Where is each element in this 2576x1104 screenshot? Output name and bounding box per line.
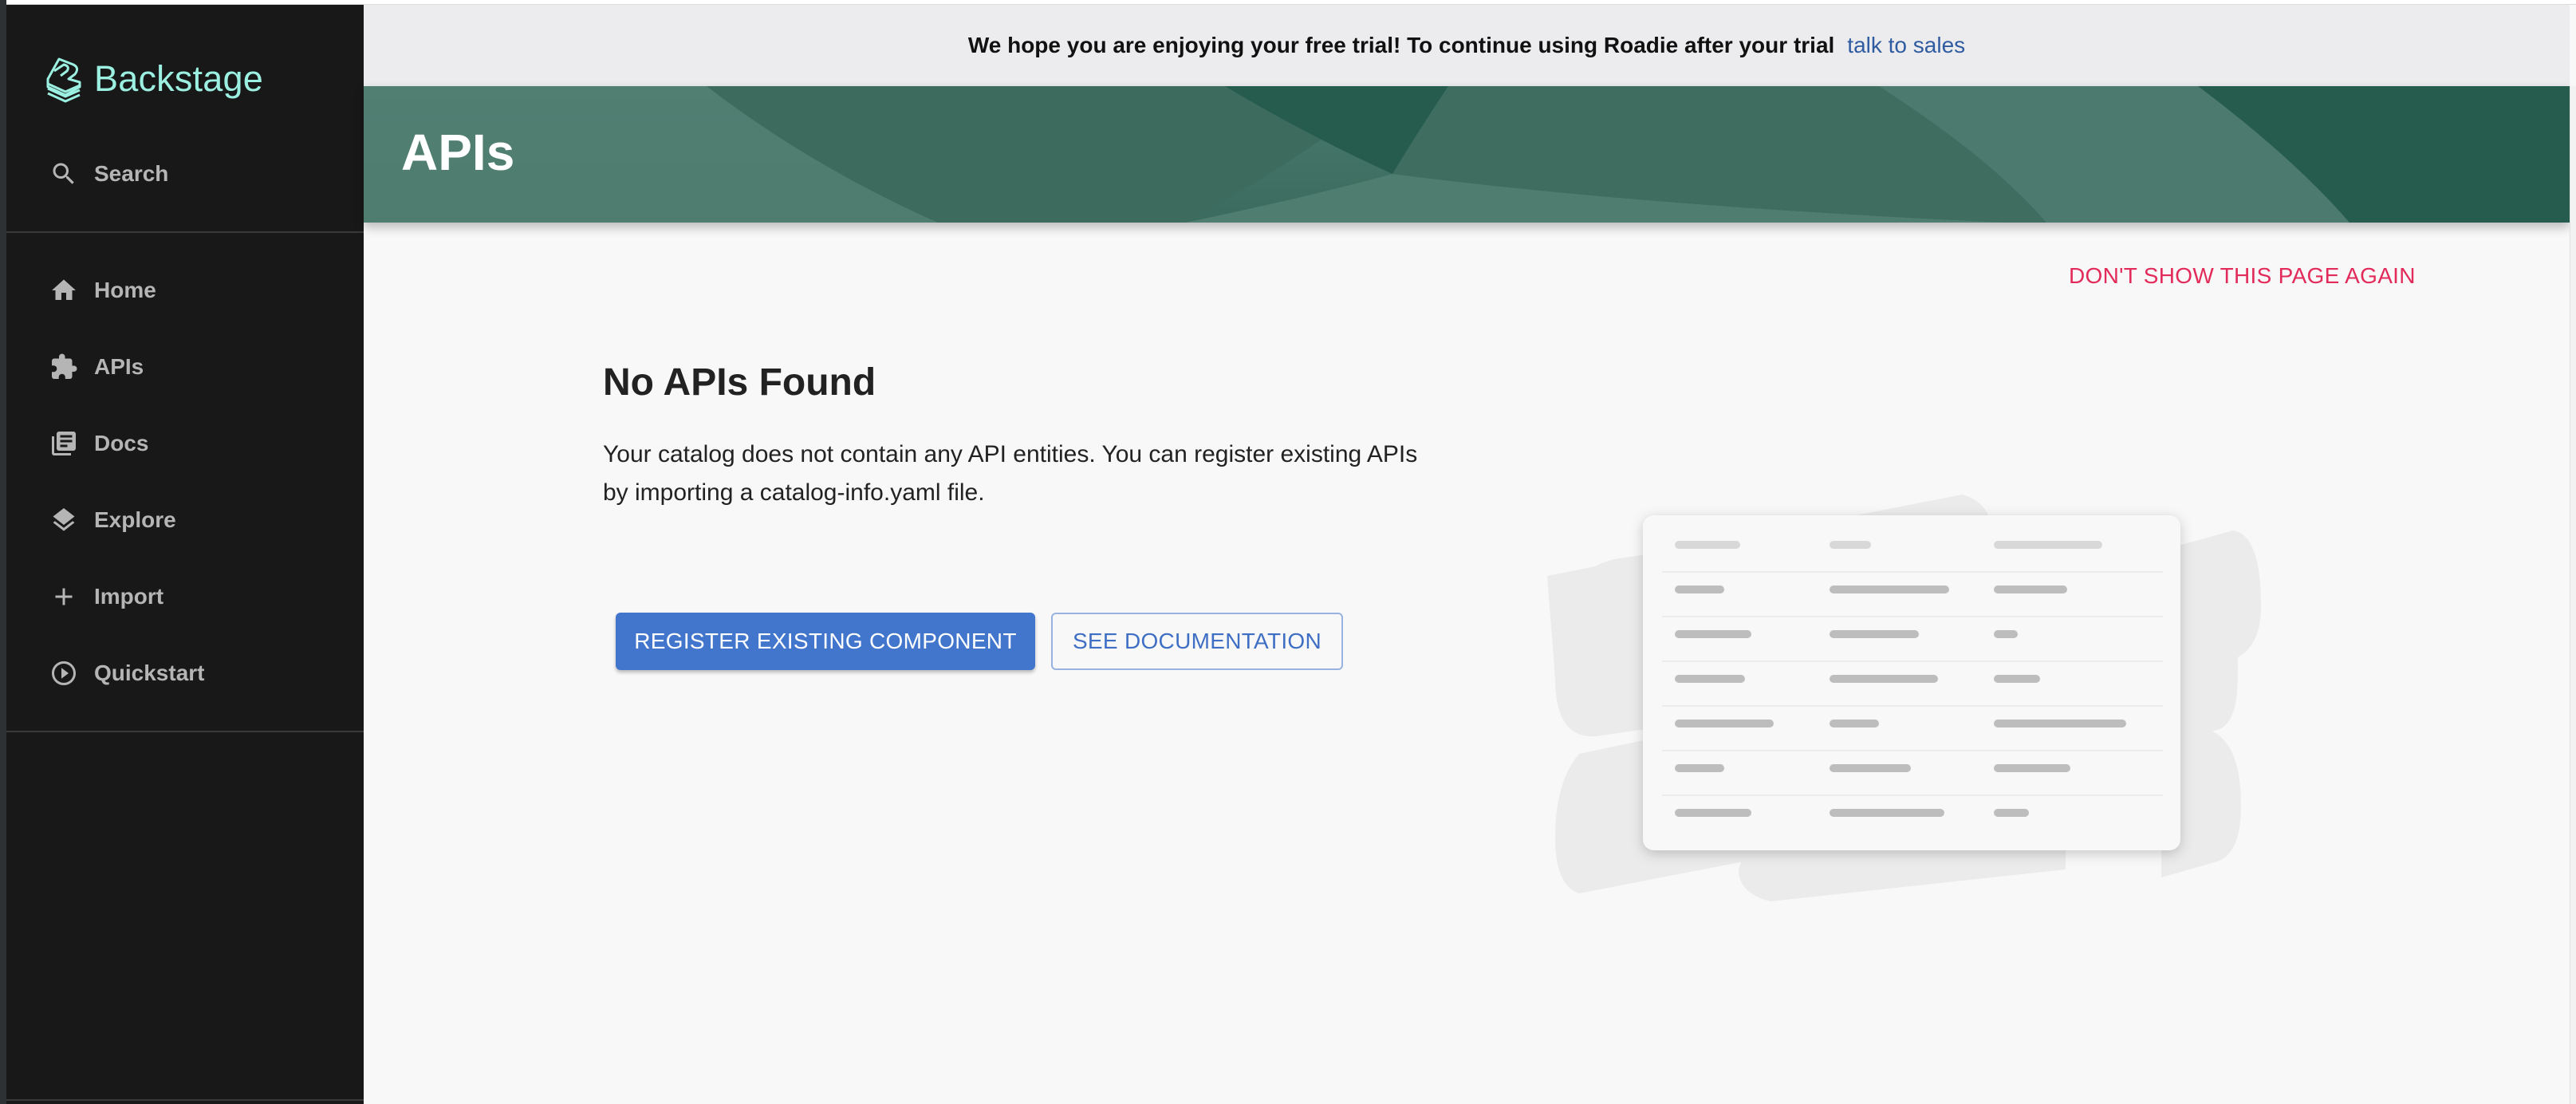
- puzzle-icon: [48, 353, 80, 381]
- sidebar-item-quickstart[interactable]: Quickstart: [6, 645, 364, 702]
- sidebar-item-import[interactable]: Import: [6, 568, 364, 625]
- empty-state-description: Your catalog does not contain any API en…: [603, 441, 1418, 506]
- sidebar-item-home[interactable]: Home: [6, 262, 364, 319]
- dont-show-again-button[interactable]: DON'T SHOW THIS PAGE AGAIN: [2069, 263, 2416, 289]
- sidebar-search-label: Search: [94, 161, 169, 186]
- register-existing-component-button[interactable]: REGISTER EXISTING COMPONENT: [616, 613, 1035, 670]
- sidebar-item-label: APIs: [94, 354, 144, 379]
- logo-text: Backstage: [94, 58, 263, 99]
- empty-table-illustration: [1507, 471, 2289, 901]
- home-icon: [48, 276, 80, 305]
- library-books-icon: [48, 429, 80, 458]
- search-icon: [48, 160, 80, 188]
- sidebar-item-docs[interactable]: Docs: [6, 415, 364, 472]
- plus-icon: [48, 582, 80, 611]
- page-header: APIs: [364, 86, 2570, 223]
- sidebar-item-apis[interactable]: APIs: [6, 338, 364, 396]
- see-documentation-button[interactable]: SEE DOCUMENTATION: [1051, 613, 1343, 670]
- empty-state-title: No APIs Found: [603, 361, 876, 404]
- layers-icon: [48, 506, 80, 534]
- page-scrollbar[interactable]: [2570, 86, 2576, 1104]
- sidebar-divider: [6, 231, 364, 233]
- sidebar-item-label: Import: [94, 584, 164, 609]
- banner-text: We hope you are enjoying your free trial…: [967, 33, 1835, 57]
- sidebar-item-label: Home: [94, 278, 156, 302]
- app-root: Backstage Search Home APIs Docs Explore …: [0, 0, 2576, 1104]
- sidebar-divider: [6, 731, 364, 732]
- talk-to-sales-link[interactable]: talk to sales: [1847, 33, 1965, 58]
- sidebar-item-label: Docs: [94, 431, 149, 455]
- header-wave-pattern: [364, 86, 2570, 223]
- sidebar-item-explore[interactable]: Explore: [6, 491, 364, 549]
- play-circle-icon: [48, 659, 80, 688]
- sidebar-search[interactable]: Search: [6, 145, 364, 203]
- sidebar-divider: [6, 1099, 364, 1101]
- sidebar-item-label: Quickstart: [94, 660, 205, 685]
- window-left-edge: [0, 0, 6, 1104]
- sidebar: Backstage Search Home APIs Docs Explore …: [6, 5, 364, 1104]
- backstage-logo[interactable]: Backstage: [45, 51, 263, 107]
- backstage-logo-icon: [46, 57, 81, 103]
- page-title: APIs: [401, 124, 515, 181]
- sidebar-item-label: Explore: [94, 507, 176, 532]
- table-illustration-graphic: [1547, 495, 2261, 901]
- trial-banner: We hope you are enjoying your free trial…: [364, 5, 2570, 86]
